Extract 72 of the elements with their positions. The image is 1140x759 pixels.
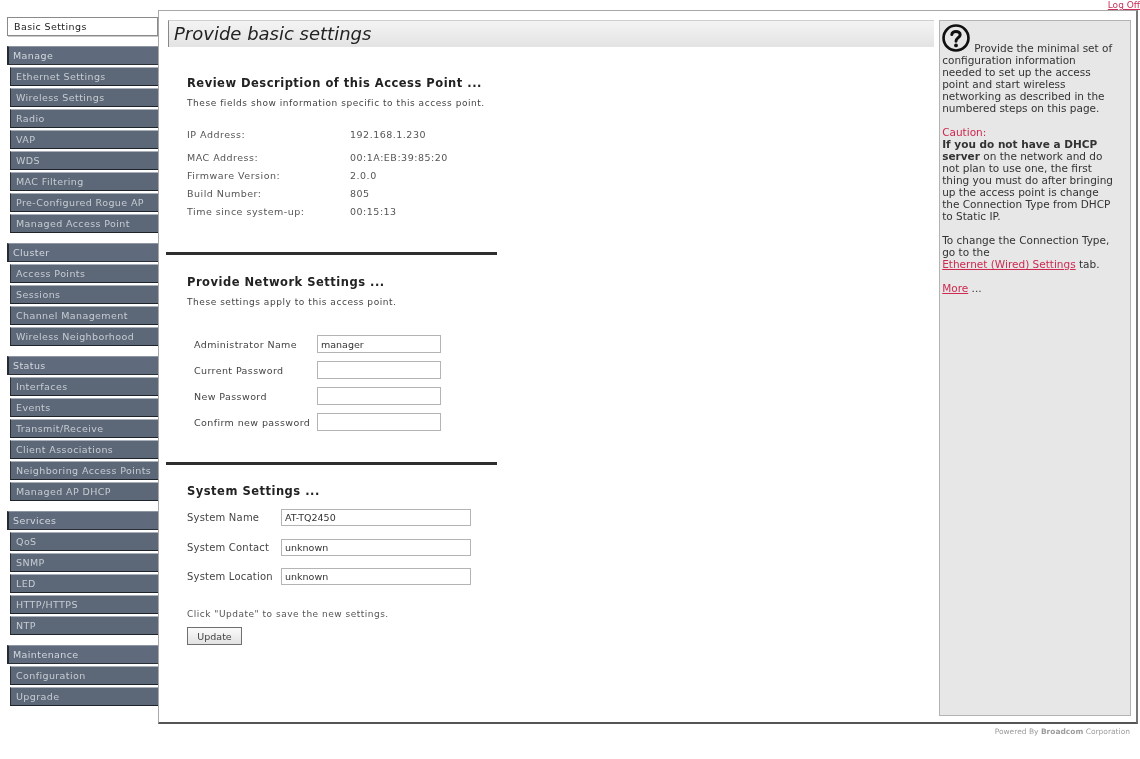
sidebar-item[interactable]: QoS — [10, 532, 158, 551]
text-field[interactable]: unknown — [281, 568, 471, 585]
field-label: Confirm new password — [194, 416, 312, 428]
more-text: More ... — [942, 282, 983, 294]
info-value: 2.0.0 — [350, 169, 377, 181]
field-label: Current Password — [194, 364, 285, 376]
sidebar-group-header[interactable]: Services — [7, 511, 158, 530]
field-label: System Location — [187, 571, 274, 582]
text-field[interactable] — [317, 413, 441, 431]
sidebar-item[interactable]: WDS — [10, 151, 158, 170]
sidebar-item[interactable]: Radio — [10, 109, 158, 128]
sidebar-item[interactable]: Managed Access Point — [10, 214, 158, 233]
sidebar-item[interactable]: Transmit/Receive — [10, 419, 158, 438]
sidebar-item[interactable]: Pre-Configured Rogue AP — [10, 193, 158, 212]
section-heading: Provide Network Settings ... — [187, 275, 385, 290]
hint-text: Click "Update" to save the new settings. — [187, 609, 389, 620]
sidebar-group-header[interactable]: Maintenance — [7, 645, 158, 664]
sidebar-group-header[interactable]: Manage — [7, 46, 158, 65]
section-description: These fields show information specific to this access point. — [187, 97, 485, 109]
sidebar-item[interactable]: Access Points — [10, 264, 158, 283]
info-label: Time since system-up: — [187, 205, 306, 217]
field-label: Administrator Name — [194, 338, 298, 350]
sidebar-item[interactable]: Sessions — [10, 285, 158, 304]
sidebar-item[interactable]: Upgrade — [10, 687, 158, 706]
ethernet-settings-link[interactable]: Ethernet (Wired) Settings — [942, 258, 1076, 270]
sidebar-item[interactable]: SNMP — [10, 553, 158, 572]
sidebar-item[interactable]: Client Associations — [10, 440, 158, 459]
page-title: Provide basic settings — [168, 20, 935, 47]
sidebar-item[interactable]: HTTP/HTTPS — [10, 595, 158, 614]
text-field[interactable]: unknown — [281, 538, 471, 556]
caution-title: Caution: — [942, 126, 988, 138]
field-label: System Contact — [187, 541, 271, 553]
sidebar-item[interactable]: Wireless Settings — [10, 88, 158, 107]
sidebar-item[interactable]: Ethernet Settings — [10, 67, 158, 86]
field-label: System Name — [187, 512, 261, 523]
section-description: These settings apply to this access point. — [187, 296, 397, 308]
more-link[interactable]: More — [942, 282, 969, 294]
info-value: 00:15:13 — [350, 205, 397, 217]
caution-text: If you do not have a DHCP server on the network and do not plan to use one, the first thing you must do after bringing up the access point is change the Connection Type from DHCP to Static IP. — [942, 138, 1115, 222]
info-label: Firmware Version: — [187, 169, 282, 181]
section-heading: Review Description of this Access Point ... — [187, 76, 482, 91]
info-label: IP Address: — [187, 128, 247, 140]
sidebar-item[interactable]: Wireless Neighborhood — [10, 327, 158, 346]
sidebar-item[interactable]: Interfaces — [10, 377, 158, 396]
help-icon — [942, 24, 971, 52]
sidebar-item[interactable]: Configuration — [10, 666, 158, 685]
help-text: To change the Connection Type, go to the Ethernet (Wired) Settings tab. — [942, 234, 1111, 270]
sidebar-item[interactable]: NTP — [10, 616, 158, 635]
sidebar-group-header[interactable]: Cluster — [7, 243, 158, 262]
info-label: Build Number: — [187, 187, 263, 199]
info-value: 192.168.1.230 — [350, 128, 426, 140]
sidebar-group-header[interactable]: Status — [7, 356, 158, 375]
sidebar-item[interactable]: MAC Filtering — [10, 172, 158, 191]
info-value: 00:1A:EB:39:85:20 — [350, 151, 448, 163]
sidebar-item[interactable]: Neighboring Access Points — [10, 461, 158, 480]
text-field[interactable] — [317, 387, 441, 405]
sidebar-item[interactable]: LED — [10, 574, 158, 593]
info-value: 805 — [350, 187, 370, 199]
sidebar-item[interactable]: Managed AP DHCP — [10, 482, 158, 501]
sidebar-item[interactable]: Events — [10, 398, 158, 417]
text-field[interactable]: AT-TQ2450 — [281, 509, 471, 526]
log-off-link[interactable]: Log Off — [1107, 0, 1140, 10]
text-field[interactable]: manager — [317, 335, 441, 353]
info-label: MAC Address: — [187, 151, 260, 163]
sidebar-item[interactable]: VAP — [10, 130, 158, 149]
text-field[interactable] — [317, 361, 441, 379]
sidebar-item[interactable]: Channel Management — [10, 306, 158, 325]
section-heading: System Settings ... — [187, 484, 320, 499]
sidebar-item[interactable]: Basic Settings — [7, 17, 158, 36]
help-text: Provide the minimal set of configuration information needed to set up the access point and start wireless networking as described in the numbered steps on this page. — [942, 24, 1117, 114]
field-label: New Password — [194, 390, 268, 402]
update-button[interactable]: Update — [187, 627, 242, 645]
